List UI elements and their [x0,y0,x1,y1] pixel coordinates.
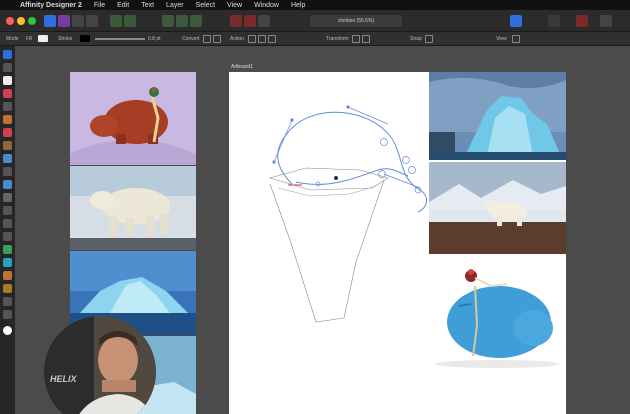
view-mode-button[interactable] [512,35,520,43]
menu-text[interactable]: Text [141,2,154,9]
pen-icon[interactable] [3,102,12,111]
transparency-tool-icon[interactable] [3,167,12,176]
transform-label: Transform [326,36,349,42]
menu-layer[interactable]: Layer [166,2,184,9]
convert-label: Convert [182,36,200,42]
snap-icon[interactable] [124,15,136,27]
polar-bear-cliff-illustration [429,162,566,254]
close-window-button[interactable] [6,17,14,25]
fill-icon[interactable] [3,141,12,150]
pixel-persona-icon[interactable] [72,15,84,27]
app-logo-icon [44,15,56,27]
menu-help[interactable]: Help [291,2,305,9]
pencil-icon[interactable] [3,115,12,124]
distribute-icon[interactable] [176,15,188,27]
large-iceberg-illustration [429,72,566,160]
mode-label: Mode [6,36,19,42]
main-toolbar: clonbes (55.6%) [0,10,630,32]
action-break-button[interactable] [248,35,256,43]
boolean-intersect-icon[interactable] [258,15,270,27]
webcam-overlay: HELIX [44,316,156,414]
tools-panel [0,46,15,414]
photo-polar-bear-walking[interactable] [70,166,196,250]
photo-turquoise-bear[interactable] [429,256,566,376]
artboard-label: Artboard1 [231,64,253,70]
transform-button[interactable] [352,35,360,43]
vector-brush-icon[interactable] [3,284,12,293]
shirt-logo-text: HELIX [50,374,77,384]
menu-file[interactable]: File [94,2,105,9]
snap-label: Snap [410,36,422,42]
view-label: View [496,36,507,42]
webcam-presenter [44,316,156,414]
menu-select[interactable]: Select [196,2,215,9]
zoom-window-button[interactable] [28,17,36,25]
zoom-icon[interactable] [3,310,12,319]
ellipse-tool-icon[interactable] [3,219,12,228]
align-icon[interactable] [162,15,174,27]
gradient-tool-icon[interactable] [3,154,12,163]
action-close-button[interactable] [258,35,266,43]
move-tool-icon[interactable] [3,50,12,59]
context-toolbar: Mode Fill Stroke 0.8 pt Convert Action T… [0,32,630,46]
boolean-subtract-icon[interactable] [244,15,256,27]
artistic-text-icon[interactable] [3,245,12,254]
designer-persona-icon[interactable] [58,15,70,27]
stroke-width-value: 0.8 pt [148,36,161,42]
text-icon[interactable] [3,258,12,267]
fill-swatch[interactable] [38,35,48,42]
export-persona-icon[interactable] [86,15,98,27]
brush-icon[interactable] [3,128,12,137]
menu-bar: Affinity Designer 2 File Edit Text Layer… [0,0,630,10]
stroke-swatch[interactable] [80,35,90,42]
snap-toggle-button[interactable] [425,35,433,43]
minimize-window-button[interactable] [17,17,25,25]
photo-polar-bear-cliff[interactable] [429,162,566,254]
arrange-icon[interactable] [190,15,202,27]
hand-tool-icon[interactable] [3,297,12,306]
convert-sharp-button[interactable] [203,35,211,43]
gear-icon[interactable] [110,15,122,27]
menu-app-name[interactable]: Affinity Designer 2 [20,2,82,9]
stroke-width-slider[interactable] [95,38,145,40]
convert-smooth-button[interactable] [213,35,221,43]
turquoise-bear-illustration [435,269,559,368]
menu-edit[interactable]: Edit [117,2,129,9]
bear-fetish-illustration [70,87,196,165]
photo-bear-fetish[interactable] [70,72,196,165]
fill-label: Fill [26,36,33,42]
rectangle-tool-icon[interactable] [3,206,12,215]
action-label: Action [230,36,244,42]
crop-tool-icon[interactable] [3,180,12,189]
shape-tool-icon[interactable] [3,232,12,241]
stroke-label: Stroke [58,36,73,42]
stroke-icon[interactable] [548,15,560,27]
settings-icon[interactable] [600,15,612,27]
menu-window[interactable]: Window [254,2,279,9]
node-tool-icon[interactable] [3,63,12,72]
corner-tool-icon[interactable] [3,89,12,98]
fill-color-swatch[interactable] [3,326,12,335]
place-image-icon[interactable] [3,193,12,202]
selection-tool-icon[interactable] [3,76,12,85]
transform-origin-button[interactable] [362,35,370,43]
layers-icon[interactable] [510,15,522,27]
menu-view[interactable]: View [227,2,242,9]
action-smooth-button[interactable] [268,35,276,43]
document-tab[interactable]: clonbes (55.6%) [310,15,402,27]
eyedropper-icon[interactable] [3,271,12,280]
color-icon[interactable] [576,15,588,27]
boolean-add-icon[interactable] [230,15,242,27]
polar-bear-illustration [70,166,196,250]
photo-iceberg-large[interactable] [429,72,566,160]
